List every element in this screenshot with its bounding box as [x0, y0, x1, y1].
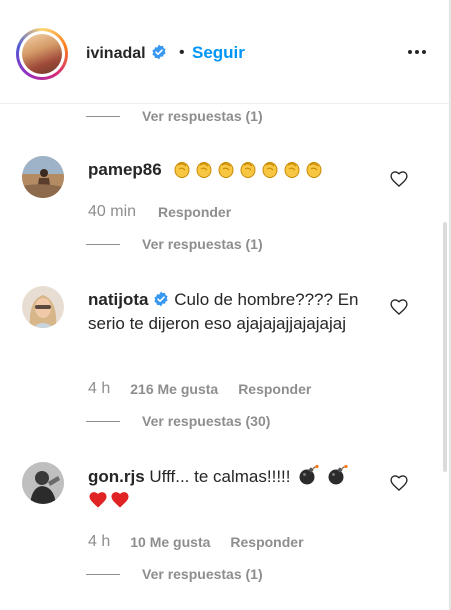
clapping-hands-emoji-group: [172, 160, 326, 179]
clapping-hands-icon: [174, 162, 190, 178]
clapping-hands-icon: [262, 162, 278, 178]
replies-divider-line: [86, 243, 120, 245]
comment-meta: 40 min Responder: [88, 203, 231, 221]
clapping-hands-icon: [240, 162, 256, 178]
comment-body: pamep86: [88, 158, 378, 182]
view-replies-button[interactable]: Ver respuestas (1): [86, 106, 263, 126]
comment-meta: 4 h 10 Me gusta Responder: [88, 533, 304, 551]
comment-username[interactable]: natijota: [88, 290, 148, 309]
reply-button[interactable]: Responder: [158, 204, 231, 220]
comment-avatar-gon-rjs[interactable]: [22, 462, 64, 504]
post-header: ivinadal • Seguir: [0, 0, 449, 104]
more-options-icon[interactable]: [402, 42, 432, 62]
verified-badge-icon: [151, 44, 166, 60]
post-author-avatar[interactable]: [16, 28, 68, 80]
comment-time: 4 h: [88, 533, 111, 550]
like-heart-icon[interactable]: [389, 297, 409, 317]
replies-divider-line: [86, 115, 120, 117]
verified-badge-icon: [154, 291, 169, 307]
post-author-name[interactable]: ivinadal: [86, 44, 167, 63]
comments-scrollbar[interactable]: [442, 104, 449, 610]
comment-avatar-pamep86[interactable]: [22, 156, 64, 198]
comment-text: Ufff... te calmas!!!!!: [149, 467, 291, 486]
view-replies-button[interactable]: Ver respuestas (30): [86, 411, 270, 431]
avatar-photo: [22, 34, 62, 74]
like-count[interactable]: 216 Me gusta: [130, 381, 218, 397]
reply-button[interactable]: Responder: [238, 381, 311, 397]
replies-divider-line: [86, 573, 120, 575]
scrollbar-thumb[interactable]: [443, 222, 447, 472]
view-replies-button[interactable]: Ver respuestas (1): [86, 564, 263, 584]
view-replies-button[interactable]: Ver respuestas (1): [86, 234, 263, 254]
clapping-hands-icon: [196, 162, 212, 178]
comment-avatar-natijota[interactable]: [22, 286, 64, 328]
like-count[interactable]: 10 Me gusta: [130, 534, 210, 550]
replies-divider-line: [86, 420, 120, 422]
clapping-hands-icon: [218, 162, 234, 178]
like-heart-icon[interactable]: [389, 169, 409, 189]
comment-body: gon.rjs Ufff... te calmas!!!!!: [88, 464, 378, 513]
avatar-photo: [22, 286, 64, 328]
red-heart-icon: [89, 492, 107, 508]
comment-meta: 4 h 216 Me gusta Responder: [88, 380, 311, 398]
comment-username[interactable]: pamep86: [88, 160, 162, 179]
reply-button[interactable]: Responder: [230, 534, 303, 550]
comment-body: natijota Culo de hombre???? En serio te …: [88, 288, 378, 336]
comment-time: 40 min: [88, 203, 137, 220]
comment-time: 4 h: [88, 380, 111, 397]
bomb-icon: [328, 464, 348, 485]
red-heart-icon: [111, 492, 129, 508]
post-author-username[interactable]: ivinadal: [86, 45, 146, 62]
clapping-hands-icon: [284, 162, 300, 178]
like-heart-icon[interactable]: [389, 473, 409, 493]
clapping-hands-icon: [306, 162, 322, 178]
separator-dot: •: [179, 44, 185, 61]
avatar-photo: [22, 462, 64, 504]
comment-username[interactable]: gon.rjs: [88, 467, 145, 486]
avatar-photo: [22, 156, 64, 198]
bomb-icon: [299, 464, 319, 485]
follow-button[interactable]: Seguir: [192, 43, 245, 63]
